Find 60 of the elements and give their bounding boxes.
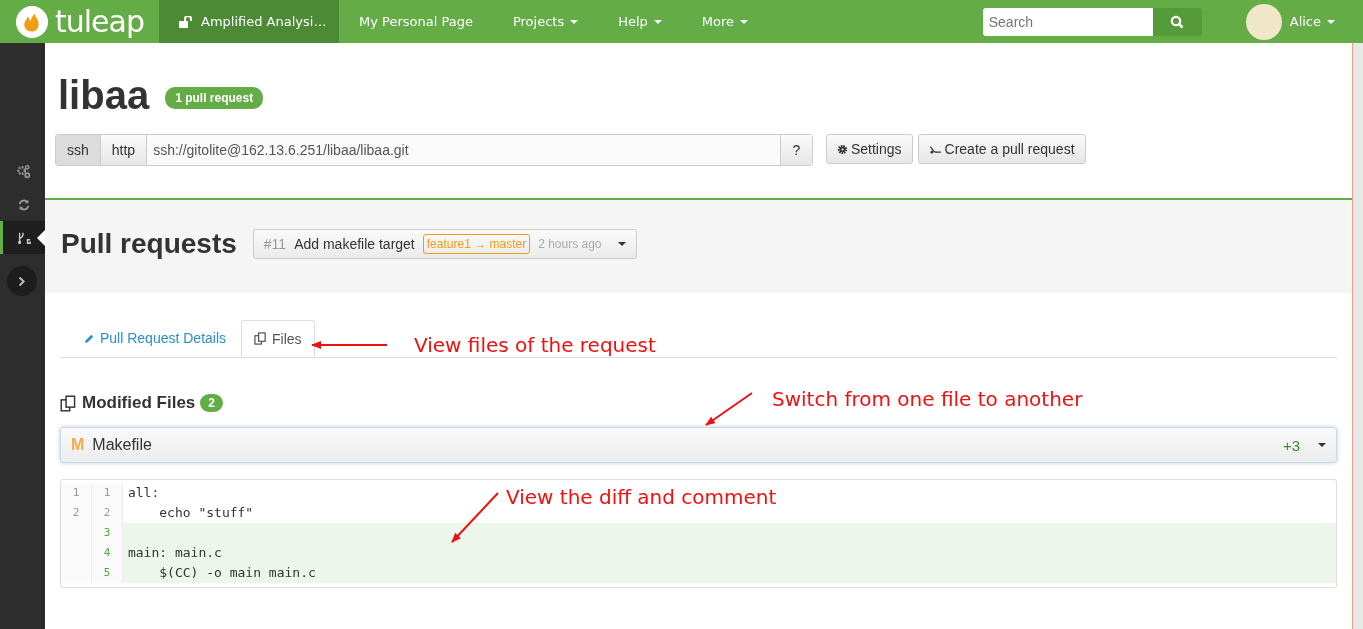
logo-text: tuleap	[55, 4, 144, 39]
avatar[interactable]	[1245, 3, 1282, 40]
caret-icon	[740, 19, 749, 24]
pull-request-title: Add makefile target	[294, 235, 415, 252]
line-number: 1	[60, 483, 92, 503]
caret-icon	[1327, 19, 1335, 24]
line-number: 2	[60, 503, 92, 523]
search-icon	[1170, 14, 1185, 29]
search-button[interactable]	[1152, 7, 1202, 36]
code-line: $(CC) -o main main.c	[158, 564, 316, 582]
file-selector[interactable]: M Makefile +3	[59, 427, 1337, 463]
scrollbar[interactable]	[1352, 43, 1363, 629]
section-title: Modified Files	[81, 393, 196, 413]
settings-button[interactable]: Settings	[825, 134, 913, 164]
line-number: 1	[91, 483, 123, 503]
files-icon	[59, 394, 77, 412]
refresh-icon	[17, 197, 31, 212]
flame-logo-icon	[15, 4, 49, 39]
branch-merge-icon	[928, 144, 942, 154]
line-number: 3	[91, 523, 123, 543]
file-name: Makefile	[92, 436, 152, 454]
line-number	[60, 563, 92, 583]
line-number: 4	[91, 543, 123, 563]
additions-count: +3	[1282, 436, 1300, 454]
files-icon	[254, 332, 268, 345]
timestamp: 2 hours ago	[538, 236, 602, 251]
code-line: echo "stuff"	[158, 504, 254, 522]
project-menu[interactable]: Amplified Analysi…	[159, 0, 339, 43]
git-icon	[17, 230, 31, 245]
pencil-icon	[83, 332, 95, 344]
line-number: 2	[91, 503, 123, 523]
branch-label: feature1 → master	[422, 233, 531, 254]
gear-icon	[836, 143, 848, 155]
annotation-text: Switch from one file to another	[771, 387, 1083, 411]
gears-icon	[16, 164, 32, 179]
caret-icon	[617, 241, 626, 246]
tab[interactable]: Files	[241, 320, 315, 357]
pull-request-number: #11	[263, 235, 287, 252]
caret-icon	[653, 19, 662, 24]
code-line: main: main.c	[127, 544, 222, 562]
create-pull-request-button[interactable]: Create a pull request	[917, 134, 1086, 164]
caret-icon	[570, 19, 579, 24]
search-field[interactable]: Search	[982, 7, 1153, 36]
modified-status: M	[70, 436, 85, 454]
repository-title: libaa	[57, 72, 150, 118]
count-badge: 2	[200, 394, 223, 412]
annotation-text: View the diff and comment	[505, 485, 777, 509]
tab[interactable]: Pull Request Details	[71, 320, 239, 356]
caret-icon	[1318, 443, 1326, 447]
pull-request-selector[interactable]: #11 Add makefile target feature1 → master 2 hours ago	[252, 228, 637, 259]
line-number: 5	[91, 563, 123, 583]
section-title: Pull requests	[60, 227, 237, 260]
annotation-arrow	[450, 492, 499, 543]
unlock-icon	[179, 15, 193, 28]
expand-sidebar-button[interactable]	[7, 266, 38, 296]
annotation-text: View files of the request	[413, 333, 656, 357]
code-line: all:	[127, 484, 160, 502]
annotation-arrow	[704, 392, 753, 426]
chevron-right-icon	[18, 275, 27, 287]
sidebar-item[interactable]	[0, 221, 45, 254]
